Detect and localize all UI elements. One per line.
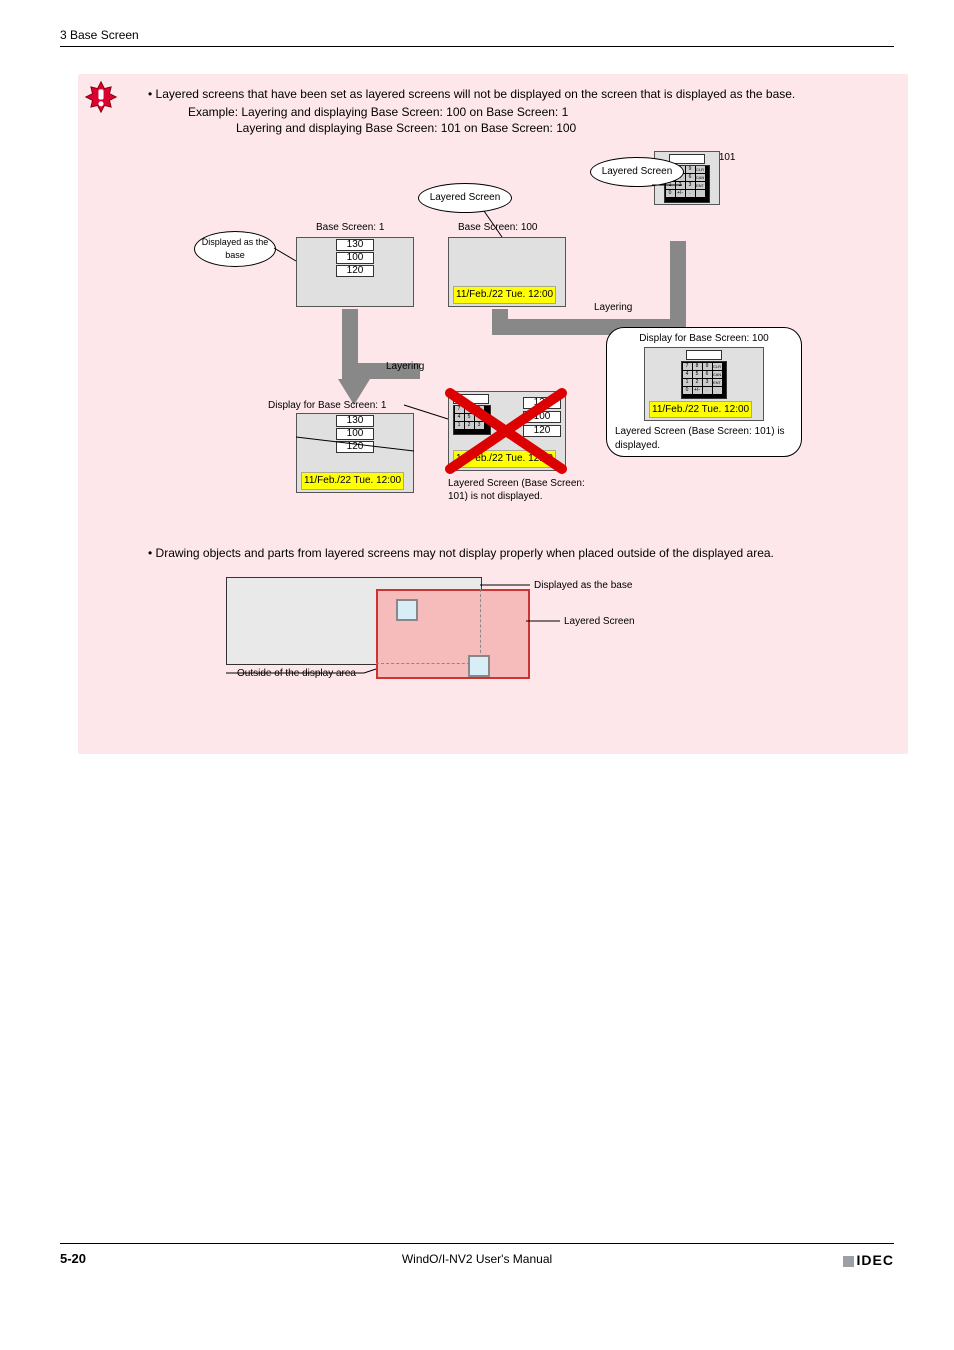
mini-bs100: 11/Feb./22 Tue. 12:00 [448, 237, 566, 307]
label-bs100: Base Screen: 100 [458, 221, 538, 235]
bubble-layered-screen-b: Layered Screen [590, 157, 684, 187]
bullet-1-text: Layered screens that have been set as la… [156, 87, 796, 101]
bubble-disp-for-100: Display for Base Screen: 100 789CLR 456C… [606, 327, 802, 457]
label-layering-right: Layering [594, 301, 632, 315]
note-body: • Layered screens that have been set as … [148, 86, 894, 693]
small-square-outside [468, 655, 490, 677]
mini-disp1: 130 100 120 11/Feb./22 Tue. 12:00 [296, 413, 414, 493]
bubble-layered-screen-a: Layered Screen [418, 183, 512, 213]
footer-title: WindO/I-NV2 User's Manual [0, 1252, 954, 1266]
header-rule [60, 46, 894, 47]
small-square-inside [396, 599, 418, 621]
page: 3 Base Screen • Layered screens that hav… [0, 0, 954, 1350]
section-header: 3 Base Screen [60, 28, 139, 42]
warning-note: • Layered screens that have been set as … [78, 74, 908, 754]
logo-square-icon [843, 1256, 854, 1267]
bullet-2-text: Drawing objects and parts from layered s… [156, 546, 774, 560]
diagram-outside-area: Displayed as the base Layered Screen Out… [186, 573, 666, 693]
example-line-2: Layering and displaying Base Screen: 101… [236, 120, 894, 136]
mini-bs1: 130 100 120 [296, 237, 414, 307]
arrow-stem-left [342, 309, 358, 363]
label-layering-left: Layering [386, 360, 424, 374]
diagram-layering: Base Screen: 101 789CLR 456CAN 123ENT 0+… [186, 151, 826, 531]
mini-disp100: 789CLR 456CAN 123ENT 0+/-. 11/Feb./22 Tu… [644, 347, 764, 421]
bubble-displayed-as-base: Displayed as the base [194, 231, 276, 267]
label-d2-outside: Outside of the display area [176, 667, 356, 681]
label-not-101: Layered Screen (Base Screen: 101) is not… [448, 477, 588, 504]
label-bs1: Base Screen: 1 [316, 221, 384, 235]
mini-disp1-x: 789 456 123 130 100 120 11/Feb./22 Tue. … [448, 391, 566, 471]
bullet-2: • Drawing objects and parts from layered… [148, 545, 894, 561]
footer-logo: IDEC [843, 1252, 894, 1268]
arrow-stem-right [670, 241, 686, 335]
bullet-1: • Layered screens that have been set as … [148, 86, 894, 102]
warning-icon [84, 80, 118, 114]
footer-rule [60, 1243, 894, 1244]
label-disp-for-1: Display for Base Screen: 1 [268, 399, 386, 413]
example-line-1: Example: Layering and displaying Base Sc… [188, 104, 894, 120]
label-d2-layer: Layered Screen [564, 615, 635, 629]
label-d2-base: Displayed as the base [534, 579, 632, 593]
